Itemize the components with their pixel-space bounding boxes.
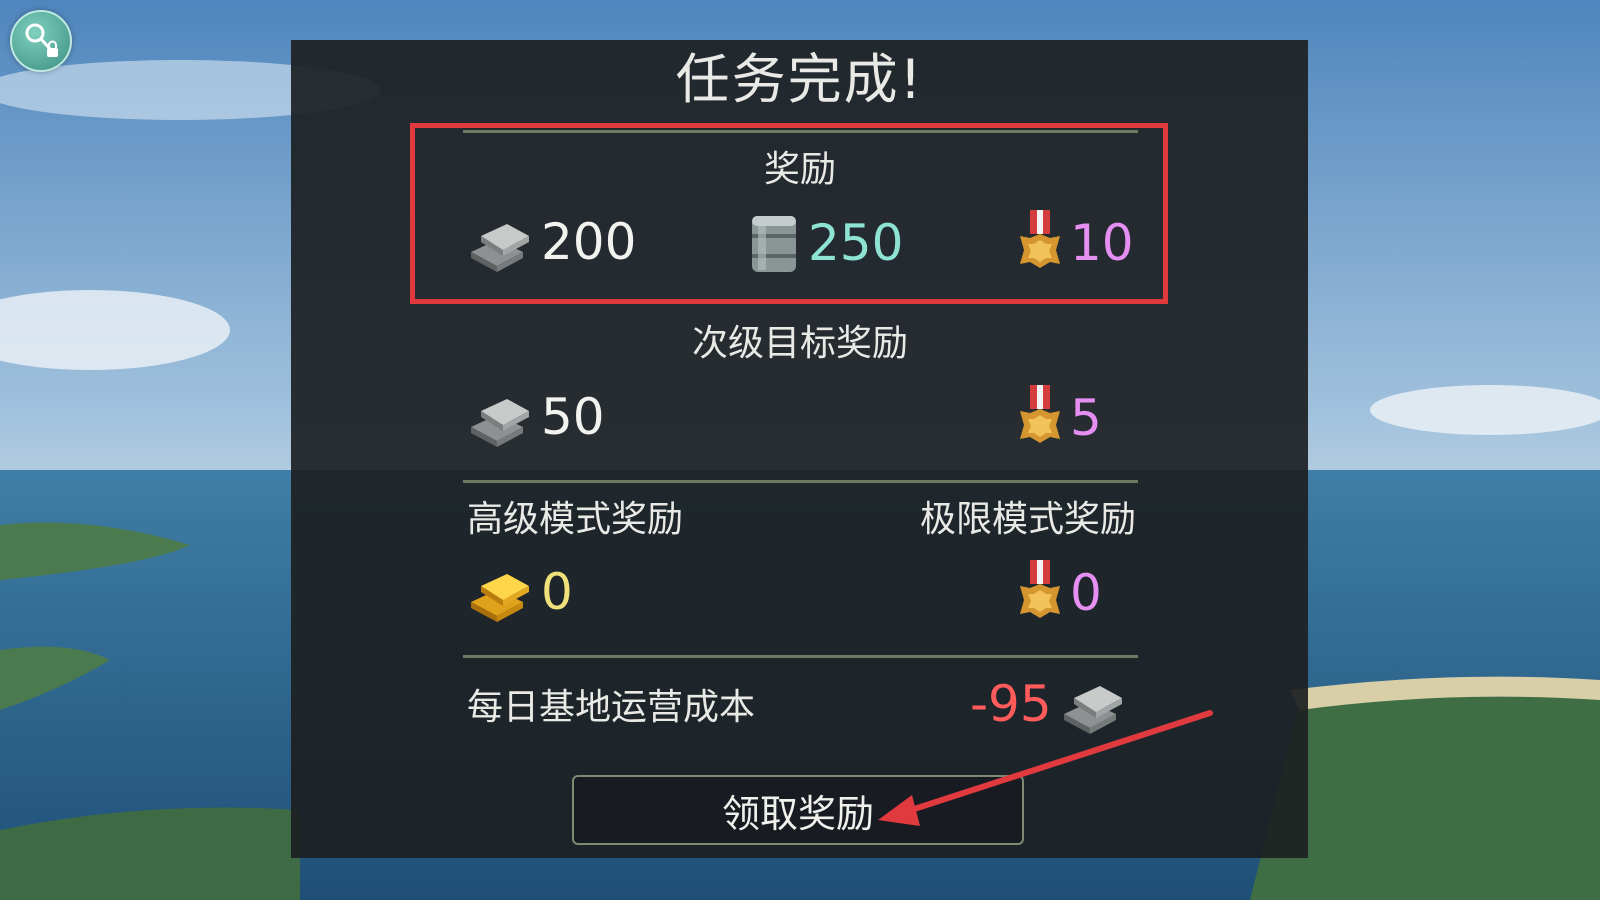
iron-cross-medal-icon [1020,385,1060,443]
divider [463,480,1138,483]
reward-silver: 200 [467,210,636,274]
silver-bars-icon [471,399,529,447]
dialog-title: 任务完成! [675,48,924,111]
reward-fuel: 250 [748,210,903,276]
reward-medals-value: 10 [1070,214,1134,272]
daily-cost: -95 [970,672,1126,736]
advanced-gold: 0 [467,560,573,624]
divider [463,655,1138,658]
secondary-silver-value: 50 [541,388,605,446]
reward-silver-value: 200 [541,213,637,271]
secondary-silver: 50 [467,385,605,449]
rewards-heading: 奖励 [763,149,836,190]
extreme-heading: 极限模式奖励 [919,499,1136,540]
profile-button[interactable] [10,10,72,72]
iron-cross-medal-icon [1020,210,1060,268]
advanced-gold-value: 0 [541,563,573,621]
reward-fuel-value: 250 [808,214,904,272]
collect-rewards-button[interactable]: 领取奖励 [572,775,1024,845]
secondary-heading: 次级目标奖励 [691,323,908,364]
iron-cross-medal-icon [1020,560,1060,618]
gold-bars-icon [471,574,529,622]
daily-cost-label: 每日基地运营成本 [467,687,756,728]
reward-medals: 10 [1018,208,1134,278]
silver-bars-icon [1063,686,1122,734]
extreme-medals-value: 0 [1070,564,1102,622]
secondary-medals: 5 [1018,383,1102,453]
silver-bars-icon [471,224,529,272]
fuel-barrel-icon [752,216,796,272]
secondary-medals-value: 5 [1070,389,1102,447]
daily-cost-value: -95 [970,675,1052,733]
extreme-medals: 0 [1018,558,1102,628]
advanced-heading: 高级模式奖励 [467,499,684,540]
key-lock-icon [25,23,58,57]
